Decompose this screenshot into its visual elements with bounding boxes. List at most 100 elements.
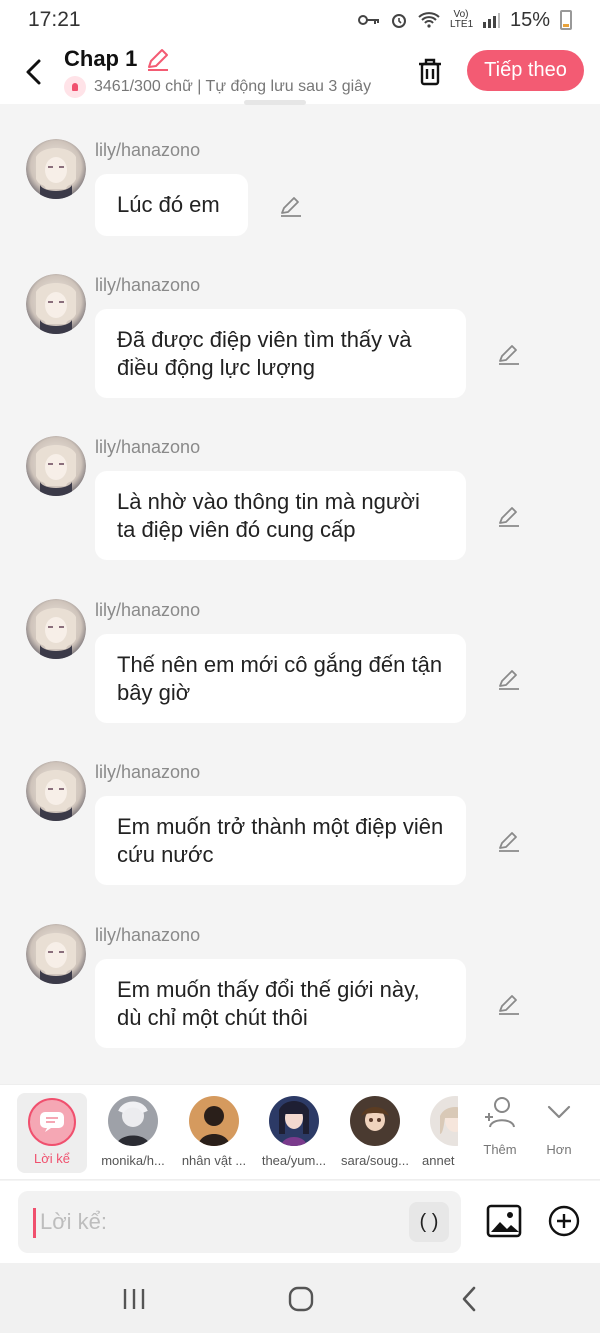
add-content-button[interactable] [548, 1205, 580, 1237]
edit-message-button[interactable] [276, 191, 306, 221]
add-person-icon [485, 1097, 515, 1128]
battery-icon [560, 10, 572, 30]
parentheses-button[interactable]: ( ) [409, 1202, 449, 1242]
edit-message-button[interactable] [494, 826, 524, 856]
more-label: Hơn [546, 1142, 572, 1157]
composer-bar: ( ) [0, 1181, 600, 1263]
chevron-down-icon [547, 1105, 571, 1119]
recent-apps-icon [123, 1289, 145, 1309]
character-name: sara/soug... [341, 1153, 409, 1168]
status-time: 17:21 [28, 8, 81, 31]
add-character-button[interactable]: Thêm [470, 1095, 530, 1157]
message-input[interactable] [40, 1203, 410, 1241]
character-name: thea/yum... [261, 1153, 327, 1168]
message-text: Em muốn thấy đổi thế giới này, dù chỉ mộ… [117, 976, 420, 1030]
add-label: Thêm [483, 1142, 517, 1157]
sender-name: lily/hanazono [95, 762, 201, 782]
avatar[interactable] [26, 436, 86, 496]
nav-back-button[interactable] [449, 1283, 489, 1315]
home-button[interactable] [281, 1283, 321, 1315]
message-bubble[interactable]: Đã được điệp viên tìm thấy và điều động … [95, 309, 466, 398]
pencil-icon [499, 995, 519, 1015]
message-text: Là nhờ vào thông tin mà người ta điệp vi… [117, 488, 420, 542]
avatar [189, 1096, 239, 1146]
message-bubble[interactable]: Lúc đó em [95, 174, 248, 236]
avatar[interactable] [26, 924, 86, 984]
character-monika[interactable]: monika/h... [91, 1093, 175, 1173]
message-text: Đã được điệp viên tìm thấy và điều động … [117, 326, 412, 380]
chevron-left-icon [26, 59, 41, 85]
title-row: Chap 1 [64, 46, 171, 72]
system-nav-bar [0, 1263, 600, 1333]
battery-level: 15% [509, 8, 550, 31]
message-text: Em muốn trở thành một điệp viên cứu nước [117, 813, 444, 867]
message-bubble[interactable]: Là nhờ vào thông tin mà người ta điệp vi… [95, 471, 466, 560]
character-name: monika/h... [101, 1153, 165, 1168]
signal-icon [482, 13, 500, 28]
character-name: annet [422, 1153, 455, 1168]
character-annet[interactable]: annet [414, 1093, 458, 1173]
image-icon [486, 1204, 522, 1238]
edit-message-button[interactable] [494, 989, 524, 1019]
save-status-row: 3461/300 chữ | Tự động lưu sau 3 giây [64, 76, 394, 98]
message-bubble[interactable]: Em muốn thấy đổi thế giới này, dù chỉ mộ… [95, 959, 466, 1048]
avatar[interactable] [26, 599, 86, 659]
delete-button[interactable] [410, 52, 450, 92]
pencil-icon [499, 670, 519, 690]
narrator-icon [28, 1098, 76, 1146]
recent-apps-button[interactable] [114, 1283, 154, 1315]
chapter-title: Chap 1 [64, 46, 138, 71]
edit-message-button[interactable] [494, 339, 524, 369]
sender-name: lily/hanazono [95, 925, 201, 945]
avatar[interactable] [26, 139, 86, 199]
edit-message-button[interactable] [494, 501, 524, 531]
wifi-icon [418, 12, 440, 28]
character-narrator[interactable]: Lời kể [17, 1093, 87, 1173]
network-label: Vo) LTE1 [449, 9, 474, 30]
back-arrow-icon [462, 1286, 476, 1312]
next-button[interactable]: Tiếp theo [467, 50, 584, 91]
sender-name: lily/hanazono [95, 275, 201, 295]
pencil-icon [281, 197, 301, 217]
avatar [269, 1096, 319, 1146]
plus-circle-icon [548, 1205, 580, 1237]
status-icons: Vo) LTE1 15% [357, 8, 572, 32]
pencil-icon [499, 345, 519, 365]
edit-message-button[interactable] [494, 664, 524, 694]
message-text: Thế nên em mới cô gắng đến tận bây giờ [117, 651, 443, 705]
back-button[interactable] [14, 52, 54, 92]
edit-title-icon[interactable] [145, 46, 171, 72]
more-button[interactable]: Hơn [529, 1095, 589, 1157]
status-bar: 17:21 Vo) LTE1 15% [0, 0, 600, 40]
message-bubble[interactable]: Em muốn trở thành một điệp viên cứu nước [95, 796, 466, 885]
pencil-icon [499, 832, 519, 852]
avatar[interactable] [26, 274, 86, 334]
insert-image-button[interactable] [486, 1203, 522, 1239]
character-name: nhân vật ... [181, 1153, 247, 1168]
key-icon [357, 15, 379, 25]
word-count-status: 3461/300 chữ | Tự động lưu sau 3 giây [94, 78, 372, 95]
pencil-icon [499, 507, 519, 527]
editor-header: Chap 1 3461/300 chữ | Tự động lưu sau 3 … [0, 40, 600, 104]
trash-icon [419, 58, 441, 86]
character-sara[interactable]: sara/soug... [333, 1093, 417, 1173]
sender-name: lily/hanazono [95, 600, 201, 620]
sender-name: lily/hanazono [95, 437, 201, 457]
message-bubble[interactable]: Thế nên em mới cô gắng đến tận bây giờ [95, 634, 466, 723]
character-selector: Lời kể monika/h... nhân vật ... thea/yum… [0, 1084, 600, 1180]
character-name: Lời kể [34, 1151, 70, 1166]
avatar [350, 1096, 400, 1146]
text-caret [33, 1208, 36, 1238]
avatar[interactable] [26, 761, 86, 821]
message-text: Lúc đó em [117, 192, 220, 217]
character-thea[interactable]: thea/yum... [252, 1093, 336, 1173]
character-nhan-vat[interactable]: nhân vật ... [172, 1093, 256, 1173]
bell-icon [64, 76, 86, 98]
avatar [430, 1096, 458, 1146]
sender-name: lily/hanazono [95, 140, 201, 160]
avatar [108, 1096, 158, 1146]
composer-field: ( ) [18, 1191, 461, 1253]
alarm-icon [391, 14, 406, 28]
scroll-handle [244, 100, 306, 105]
home-icon [288, 1286, 314, 1312]
